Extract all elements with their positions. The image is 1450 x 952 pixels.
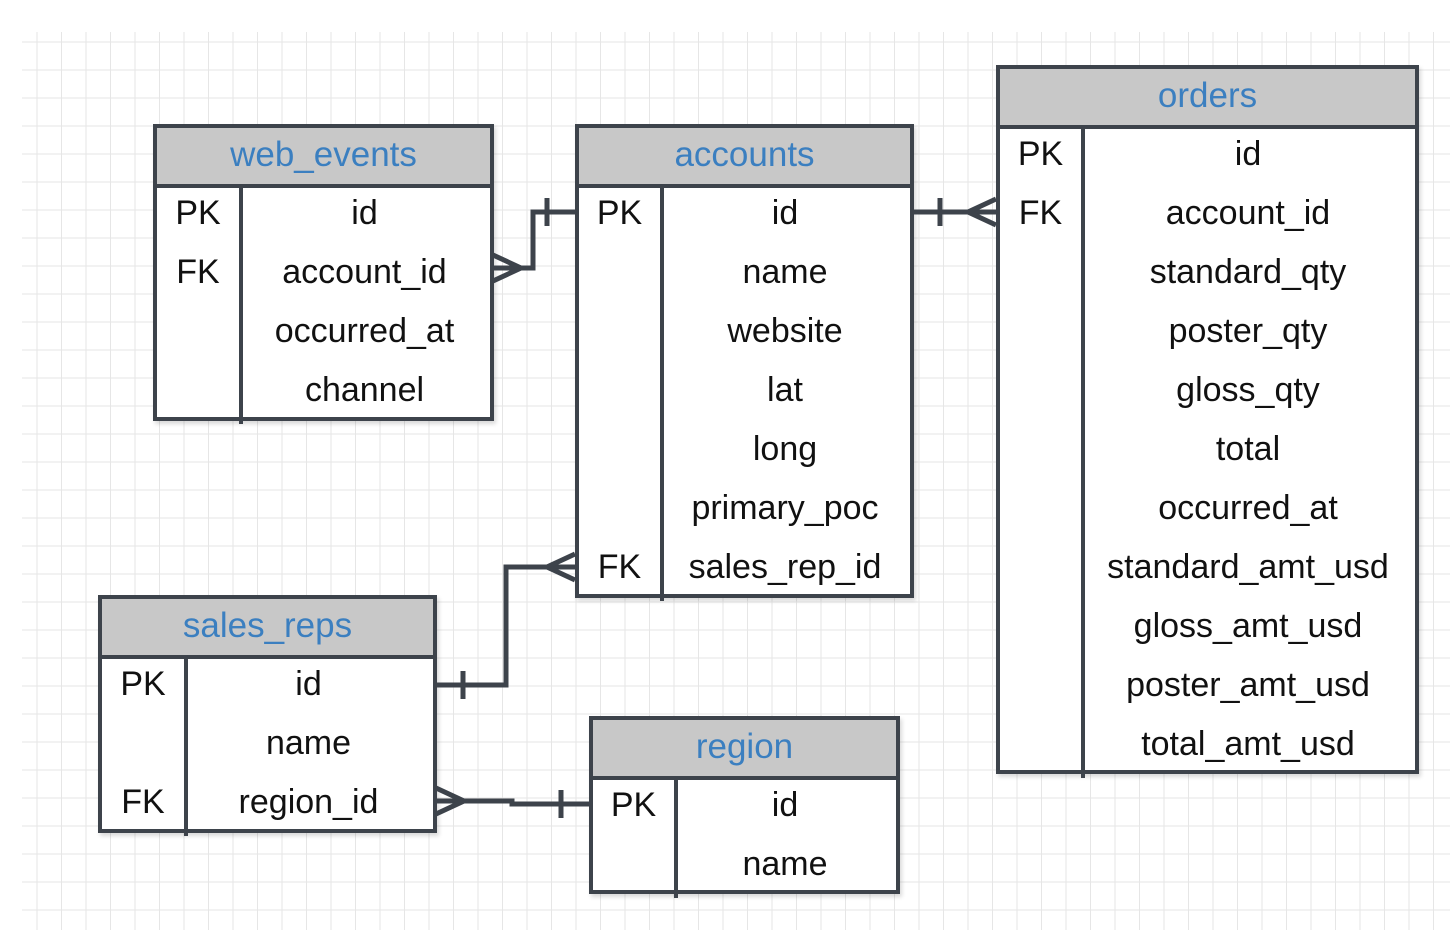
link-accounts-orders[interactable] (913, 196, 998, 228)
link-web_events-accounts[interactable] (491, 198, 575, 284)
relationship-lines (434, 196, 998, 818)
link-sales_reps-accounts[interactable] (436, 551, 577, 699)
link-sales_reps-region[interactable] (434, 785, 589, 818)
